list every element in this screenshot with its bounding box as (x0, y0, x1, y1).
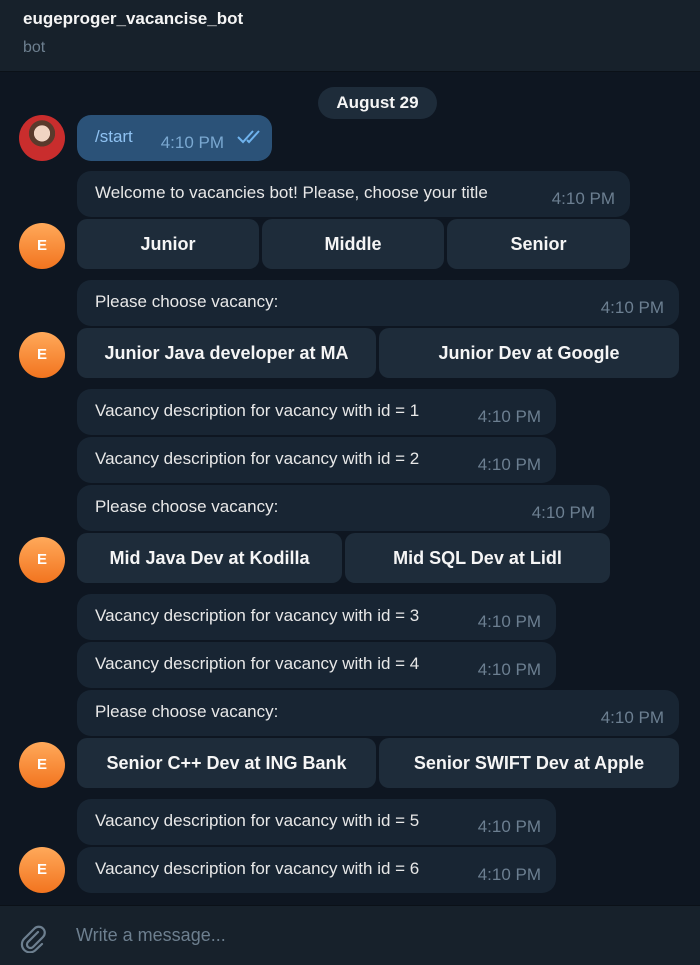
paperclip-icon[interactable] (18, 923, 48, 958)
bot-avatar[interactable]: E (19, 332, 65, 378)
keyboard-button-junior[interactable]: Junior (77, 219, 259, 269)
keyboard-button-vacancy[interactable]: Senior C++ Dev at ING Bank (77, 738, 376, 788)
message-text: Please choose vacancy: (95, 292, 279, 311)
double-check-icon (236, 128, 264, 149)
chat-header[interactable]: eugeproger_vacancise_bot bot (0, 0, 700, 72)
message-text: Vacancy description for vacancy with id … (95, 811, 420, 830)
bot-avatar[interactable]: E (19, 537, 65, 583)
message-input[interactable] (74, 924, 678, 947)
message-time: 4:10 PM (551, 189, 615, 208)
date-separator: August 29 (318, 87, 437, 119)
message-text: Please choose vacancy: (95, 497, 279, 516)
message-time: 4:10 PM (531, 503, 595, 522)
user-avatar[interactable] (19, 115, 65, 161)
incoming-message: Vacancy description for vacancy with id … (77, 847, 556, 893)
keyboard-button-vacancy[interactable]: Junior Java developer at MA (77, 328, 376, 378)
keyboard-button-vacancy[interactable]: Mid Java Dev at Kodilla (77, 533, 342, 583)
bot-avatar[interactable]: E (19, 223, 65, 269)
message-text: Vacancy description for vacancy with id … (95, 401, 420, 420)
message-text: Vacancy description for vacancy with id … (95, 606, 420, 625)
message-text: Vacancy description for vacancy with id … (95, 654, 420, 673)
chat-title[interactable]: eugeproger_vacancise_bot (23, 9, 243, 29)
chat-subtitle: bot (23, 39, 46, 56)
message-time: 4:10 PM (477, 817, 541, 836)
message-text: /start (95, 127, 133, 146)
incoming-message: Vacancy description for vacancy with id … (77, 594, 556, 640)
message-text: Vacancy description for vacancy with id … (95, 859, 420, 878)
message-text: Please choose vacancy: (95, 702, 279, 721)
keyboard-button-senior[interactable]: Senior (447, 219, 630, 269)
message-time: 4:10 PM (600, 298, 664, 317)
incoming-message: Welcome to vacancies bot! Please, choose… (77, 171, 630, 217)
message-time: 4:10 PM (477, 407, 541, 426)
message-time: 4:10 PM (477, 660, 541, 679)
message-composer (0, 905, 700, 965)
incoming-message: Please choose vacancy: 4:10 PM (77, 690, 679, 736)
message-time: 4:10 PM (477, 455, 541, 474)
outgoing-message: /start 4:10 PM (77, 115, 272, 161)
message-time: 4:10 PM (160, 133, 224, 152)
message-time: 4:10 PM (477, 612, 541, 631)
keyboard-button-vacancy[interactable]: Junior Dev at Google (379, 328, 679, 378)
message-text: Vacancy description for vacancy with id … (95, 449, 420, 468)
incoming-message: Vacancy description for vacancy with id … (77, 437, 556, 483)
message-time: 4:10 PM (477, 865, 541, 884)
incoming-message: Please choose vacancy: 4:10 PM (77, 280, 679, 326)
keyboard-button-vacancy[interactable]: Senior SWIFT Dev at Apple (379, 738, 679, 788)
message-text: Welcome to vacancies bot! Please, choose… (95, 183, 488, 202)
incoming-message: Vacancy description for vacancy with id … (77, 799, 556, 845)
keyboard-button-middle[interactable]: Middle (262, 219, 444, 269)
bot-avatar[interactable]: E (19, 742, 65, 788)
keyboard-button-vacancy[interactable]: Mid SQL Dev at Lidl (345, 533, 610, 583)
incoming-message: Vacancy description for vacancy with id … (77, 642, 556, 688)
incoming-message: Please choose vacancy: 4:10 PM (77, 485, 610, 531)
bot-avatar[interactable]: E (19, 847, 65, 893)
message-time: 4:10 PM (600, 708, 664, 727)
incoming-message: Vacancy description for vacancy with id … (77, 389, 556, 435)
